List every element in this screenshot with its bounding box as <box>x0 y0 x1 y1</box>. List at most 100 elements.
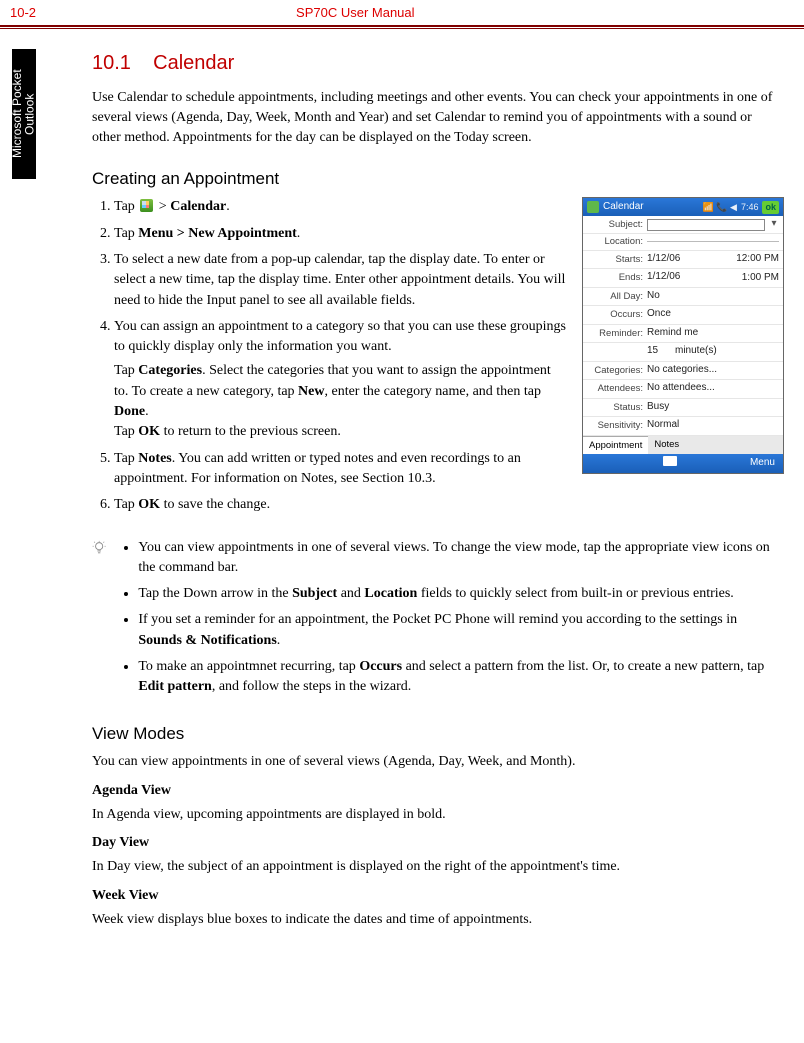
occurs-value[interactable]: Once <box>647 307 779 323</box>
step-bold: Notes <box>138 451 171 466</box>
tab-notes[interactable]: Notes <box>648 436 685 455</box>
tip-text: To make an appointmnet recurring, tap <box>138 659 359 674</box>
step-1: Tap > Calendar. <box>114 197 568 217</box>
tip-text: and select a pattern from the list. Or, … <box>402 659 764 674</box>
field-label: Location: <box>587 235 643 249</box>
section-intro: Use Calendar to schedule appointments, i… <box>92 88 784 149</box>
tip-bold: Subject <box>292 586 337 601</box>
keyboard-icon[interactable] <box>663 456 677 466</box>
agenda-view-heading: Agenda View <box>92 781 784 801</box>
step-5: Tap Notes. You can add written or typed … <box>114 449 568 490</box>
step-bold: Done <box>114 404 145 419</box>
start-menu-icon[interactable] <box>587 201 599 213</box>
tip-bold: Edit pattern <box>138 679 212 694</box>
step-bold: Calendar <box>170 199 226 214</box>
step-text: to save the change. <box>160 497 270 512</box>
step-text: . You can add written or typed notes and… <box>114 451 521 486</box>
starts-date[interactable]: 1/12/06 <box>647 252 723 268</box>
tip-item: If you set a reminder for an appointment… <box>138 610 784 651</box>
ends-date[interactable]: 1/12/06 <box>647 270 723 286</box>
field-label: Attendees: <box>587 382 643 396</box>
tips-block: You can view appointments in one of seve… <box>92 538 784 704</box>
tip-item: You can view appointments in one of seve… <box>138 538 784 579</box>
section-heading: 10.1 Calendar <box>92 49 784 78</box>
doc-title: SP70C User Manual <box>296 4 784 23</box>
starts-time[interactable]: 12:00 PM <box>727 252 779 267</box>
step-4-sub1: Tap Categories. Select the categories th… <box>114 361 568 442</box>
field-label: Occurs: <box>587 308 643 322</box>
device-screenshot: Calendar 📶 📞 ◀ 7:46 ok Subject:▾ Locatio… <box>582 197 784 474</box>
allday-value[interactable]: No <box>647 289 779 305</box>
step-text: . <box>226 199 230 214</box>
step-bold: New <box>298 384 324 399</box>
ends-time[interactable]: 1:00 PM <box>727 271 779 286</box>
step-bold: Categories <box>138 363 202 378</box>
step-text: . <box>145 404 149 419</box>
sensitivity-value[interactable]: Normal <box>647 418 779 434</box>
tip-text: Tap the Down arrow in the <box>138 586 292 601</box>
field-label: All Day: <box>587 290 643 304</box>
step-text: Tap <box>114 226 138 241</box>
step-bold: OK <box>138 424 160 439</box>
step-text: Tap <box>114 451 138 466</box>
device-softkey-bar: Menu <box>583 454 783 473</box>
section-number: 10.1 <box>92 52 131 74</box>
step-6: Tap OK to save the change. <box>114 495 568 515</box>
location-input[interactable] <box>647 241 779 242</box>
lightbulb-icon <box>92 538 106 558</box>
step-text: to return to the previous screen. <box>160 424 341 439</box>
page-number: 10-2 <box>10 4 36 23</box>
signal-icon: 📶 📞 ◀ <box>703 201 737 214</box>
field-label: Categories: <box>587 364 643 378</box>
subheading-creating: Creating an Appointment <box>92 167 784 192</box>
status-value[interactable]: Busy <box>647 400 779 416</box>
categories-value[interactable]: No categories... <box>647 363 779 379</box>
device-form: Subject:▾ Location: Starts:1/12/0612:00 … <box>583 216 783 435</box>
field-label: Starts: <box>587 253 643 267</box>
step-text: . <box>297 226 301 241</box>
chevron-down-icon[interactable]: ▾ <box>769 217 779 232</box>
subheading-viewmodes: View Modes <box>92 722 784 747</box>
device-clock: 7:46 <box>741 201 759 214</box>
tip-bold: Occurs <box>359 659 402 674</box>
attendees-value[interactable]: No attendees... <box>647 381 779 397</box>
step-text: You can assign an appointment to a categ… <box>114 319 566 354</box>
page-header: 10-2 SP70C User Manual <box>0 0 804 27</box>
tip-text: . <box>277 633 281 648</box>
step-3: To select a new date from a pop-up calen… <box>114 250 568 311</box>
tip-item: To make an appointmnet recurring, tap Oc… <box>138 657 784 698</box>
step-bold: Menu > New Appointment <box>138 226 296 241</box>
tab-appointment[interactable]: Appointment <box>583 436 648 455</box>
step-text: Tap <box>114 199 138 214</box>
day-view-text: In Day view, the subject of an appointme… <box>92 857 784 877</box>
step-text: Tap <box>114 363 138 378</box>
day-view-heading: Day View <box>92 833 784 853</box>
field-label: Reminder: <box>587 327 643 341</box>
reminder-qty[interactable]: 15 <box>647 344 671 360</box>
device-app-title: Calendar <box>603 200 699 215</box>
side-tab-label: Microsoft Pocket Outlook <box>11 49 36 179</box>
section-title: Calendar <box>153 52 234 74</box>
step-bold: OK <box>138 497 160 512</box>
step-text: > <box>155 199 170 214</box>
tip-bold: Sounds & Notifications <box>138 633 276 648</box>
step-text: Tap <box>114 424 138 439</box>
device-tabs: Appointment Notes <box>583 436 783 455</box>
step-text: , enter the category name, and then tap <box>324 384 541 399</box>
tip-item: Tap the Down arrow in the Subject and Lo… <box>138 584 784 604</box>
tip-bold: Location <box>364 586 417 601</box>
ok-button[interactable]: ok <box>762 201 779 214</box>
field-label: Status: <box>587 401 643 415</box>
softkey-menu[interactable]: Menu <box>750 456 775 471</box>
tip-text: , and follow the steps in the wizard. <box>212 679 411 694</box>
field-label: Sensitivity: <box>587 419 643 433</box>
device-titlebar: Calendar 📶 📞 ◀ 7:46 ok <box>583 198 783 216</box>
viewmodes-intro: You can view appointments in one of seve… <box>92 752 784 772</box>
tip-text: and <box>337 586 364 601</box>
step-4: You can assign an appointment to a categ… <box>114 317 568 443</box>
chapter-side-tab: Microsoft Pocket Outlook <box>12 49 36 179</box>
subject-input[interactable] <box>647 219 765 231</box>
step-text: Tap <box>114 497 138 512</box>
reminder-value[interactable]: Remind me <box>647 326 779 342</box>
reminder-unit[interactable]: minute(s) <box>675 344 779 360</box>
